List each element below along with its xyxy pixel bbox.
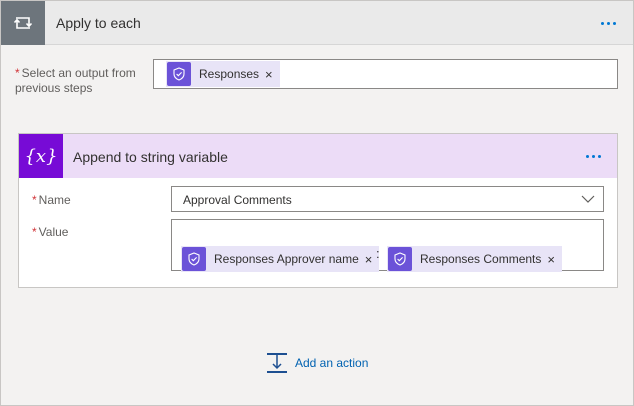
apply-to-each-header[interactable]: Apply to each bbox=[1, 1, 633, 45]
name-dropdown[interactable]: Approval Comments bbox=[171, 186, 604, 212]
remove-token-icon[interactable]: × bbox=[547, 253, 562, 266]
append-variable-header[interactable]: {x} Append to string variable bbox=[19, 134, 617, 178]
add-an-action-button[interactable]: Add an action bbox=[266, 352, 368, 374]
apply-to-each-container: Apply to each * Select an output from pre… bbox=[0, 0, 634, 406]
loop-icon bbox=[1, 1, 45, 45]
append-to-string-variable-card: {x} Append to string variable * Name Appr… bbox=[18, 133, 618, 288]
select-output-field[interactable]: Responses × bbox=[153, 59, 618, 89]
value-label-text: Value bbox=[38, 225, 69, 239]
dynamic-content-token[interactable]: Responses Comments × bbox=[387, 246, 562, 272]
append-variable-title: Append to string variable bbox=[73, 149, 228, 165]
chevron-down-icon bbox=[581, 195, 595, 203]
variable-icon: {x} bbox=[19, 134, 63, 178]
required-mark: * bbox=[32, 225, 37, 239]
more-options-icon[interactable] bbox=[601, 22, 616, 25]
approvals-icon bbox=[167, 62, 191, 86]
name-label: * Name bbox=[32, 193, 71, 207]
token-label: Responses Comments bbox=[420, 252, 542, 266]
remove-token-icon[interactable]: × bbox=[265, 68, 280, 81]
select-output-label: * Select an output from previous steps bbox=[15, 66, 145, 96]
name-label-text: Name bbox=[38, 193, 71, 207]
dynamic-content-token[interactable]: Responses Approver name × bbox=[181, 246, 380, 272]
approvals-icon bbox=[388, 247, 412, 271]
apply-to-each-title: Apply to each bbox=[56, 15, 141, 31]
token-label: Responses bbox=[199, 67, 260, 81]
select-output-label-text: Select an output from previous steps bbox=[15, 66, 136, 95]
required-mark: * bbox=[15, 66, 20, 80]
token-label: Responses Approver name bbox=[214, 252, 359, 266]
add-action-icon bbox=[267, 353, 287, 373]
add-an-action-label: Add an action bbox=[295, 356, 369, 370]
separator-text: : bbox=[376, 246, 380, 261]
value-input[interactable]: Responses Approver name × : Responses Co… bbox=[171, 219, 604, 272]
name-value: Approval Comments bbox=[183, 193, 292, 207]
more-options-icon[interactable] bbox=[586, 155, 601, 158]
required-mark: * bbox=[32, 193, 37, 207]
dynamic-content-token[interactable]: Responses × bbox=[166, 61, 280, 87]
value-label: * Value bbox=[32, 225, 68, 239]
approvals-icon bbox=[182, 247, 206, 271]
